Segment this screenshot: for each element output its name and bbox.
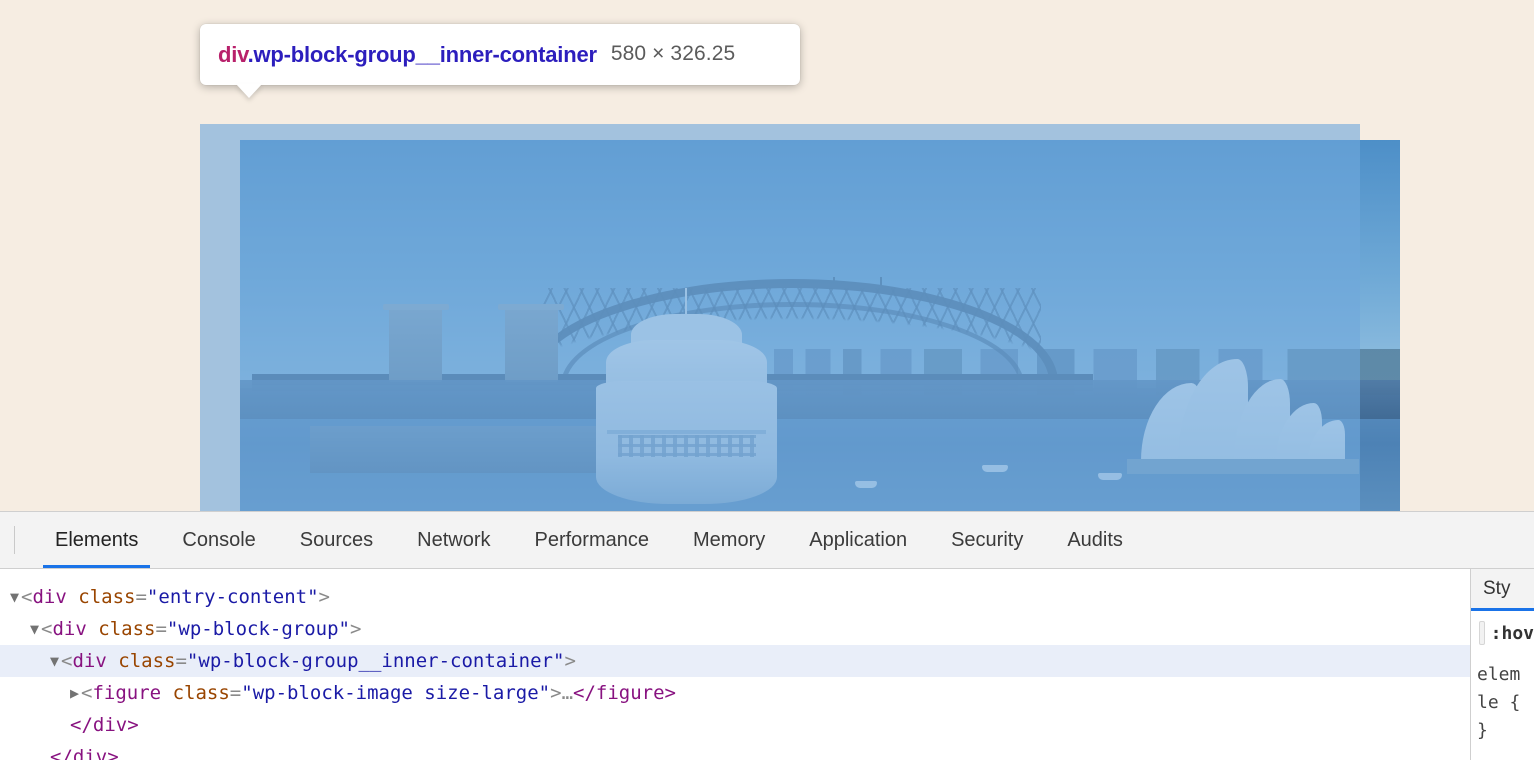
attribute-quote: " xyxy=(307,581,318,613)
attribute-name: class xyxy=(118,645,175,677)
styles-toolbar: :hov xyxy=(1471,611,1534,655)
expand-triangle-down-icon[interactable]: ▼ xyxy=(10,581,19,613)
attribute-quote: " xyxy=(187,645,198,677)
ferry xyxy=(1098,473,1122,480)
browser-window: div.wp-block-group__inner-container 580 … xyxy=(0,0,1534,760)
inspected-image-block[interactable] xyxy=(240,140,1400,511)
attribute-quote: " xyxy=(147,581,158,613)
expand-triangle-right-icon[interactable]: ▶ xyxy=(70,677,79,709)
attribute-equals: = xyxy=(155,613,166,645)
tooltip-arrow-icon xyxy=(236,84,262,98)
tag-open-bracket: < xyxy=(21,581,32,613)
tab-application[interactable]: Application xyxy=(787,512,929,568)
attribute-value: wp-block-group xyxy=(178,613,338,645)
attribute-value: entry-content xyxy=(158,581,307,613)
element-style-rule-line1[interactable]: elem xyxy=(1477,661,1534,689)
attribute-name: class xyxy=(78,581,135,613)
dom-tree-row[interactable]: ▶<figure class="wp-block-image size-larg… xyxy=(0,677,1470,709)
tab-styles[interactable]: Sty xyxy=(1483,578,1510,600)
tag-name: div xyxy=(52,613,86,645)
collapsed-children-ellipsis: … xyxy=(562,677,573,709)
ferry xyxy=(982,465,1008,472)
bridge-pylon xyxy=(505,307,558,382)
attribute-name: class xyxy=(173,677,230,709)
styles-rule-list: elem le { } xyxy=(1471,655,1534,745)
styles-tab-bar[interactable]: Sty xyxy=(1471,569,1534,611)
bridge-flag-icon xyxy=(833,277,835,288)
styles-pane: Sty :hov elem le { } xyxy=(1470,569,1534,760)
tag-open-bracket: < xyxy=(41,613,52,645)
tab-elements[interactable]: Elements xyxy=(33,512,160,568)
tag-close-bracket: > xyxy=(564,645,575,677)
attribute-name: class xyxy=(98,613,155,645)
dom-tree-row[interactable]: </div> xyxy=(0,709,1470,741)
bridge-flag-icon xyxy=(880,277,882,288)
dom-tree-pane[interactable]: ▼<div class="entry-content">▼<div class=… xyxy=(0,569,1470,760)
harbour-photo xyxy=(240,140,1400,511)
toolbar-divider xyxy=(14,526,15,554)
closing-tag: </div> xyxy=(50,741,119,760)
page-viewport: div.wp-block-group__inner-container 580 … xyxy=(0,0,1534,511)
dom-tree-row[interactable]: ▼<div class="entry-content"> xyxy=(0,581,1470,613)
tag-name: div xyxy=(72,645,106,677)
tag-space xyxy=(87,613,98,645)
tab-sources[interactable]: Sources xyxy=(278,512,395,568)
tag-close-bracket: > xyxy=(550,677,561,709)
styles-filter-input[interactable] xyxy=(1479,621,1485,645)
tab-audits[interactable]: Audits xyxy=(1045,512,1145,568)
tag-open-bracket: < xyxy=(81,677,92,709)
expand-triangle-down-icon[interactable]: ▼ xyxy=(30,613,39,645)
element-style-rule-close: } xyxy=(1477,717,1534,745)
cruise-ship xyxy=(588,318,785,504)
ship-windows xyxy=(618,435,756,457)
tab-security[interactable]: Security xyxy=(929,512,1045,568)
tab-console[interactable]: Console xyxy=(160,512,277,568)
devtools-toolbar: ElementsConsoleSourcesNetworkPerformance… xyxy=(0,512,1534,569)
tag-close-bracket: > xyxy=(350,613,361,645)
selector-class-name: .wp-block-group__inner-container xyxy=(248,42,597,67)
inspector-tooltip-dimensions: 580 × 326.25 xyxy=(611,40,735,66)
opera-house xyxy=(1127,372,1359,480)
dom-tree-row[interactable]: ▼<div class="wp-block-group"> xyxy=(0,613,1470,645)
tag-close-bracket: > xyxy=(319,581,330,613)
attribute-quote: " xyxy=(553,645,564,677)
ferry xyxy=(855,481,877,488)
attribute-value: wp-block-group__inner-container xyxy=(198,645,553,677)
tab-performance[interactable]: Performance xyxy=(513,512,672,568)
ship-hull xyxy=(596,381,777,504)
attribute-quote: " xyxy=(167,613,178,645)
tag-space xyxy=(161,677,172,709)
attribute-equals: = xyxy=(230,677,241,709)
opera-base xyxy=(1127,459,1359,474)
tab-network[interactable]: Network xyxy=(395,512,512,568)
bridge-pylon xyxy=(389,307,442,382)
expand-triangle-down-icon[interactable]: ▼ xyxy=(50,645,59,677)
devtools-tab-bar: ElementsConsoleSourcesNetworkPerformance… xyxy=(33,512,1145,568)
devtools-panel: ElementsConsoleSourcesNetworkPerformance… xyxy=(0,511,1534,760)
selector-tag-name: div xyxy=(218,42,248,67)
closing-tag: </figure> xyxy=(573,677,676,709)
closing-tag: </div> xyxy=(70,709,139,741)
attribute-quote: " xyxy=(539,677,550,709)
attribute-quote: " xyxy=(241,677,252,709)
tag-name: figure xyxy=(92,677,161,709)
attribute-quote: " xyxy=(339,613,350,645)
attribute-equals: = xyxy=(175,645,186,677)
tag-name: div xyxy=(32,581,66,613)
tab-memory[interactable]: Memory xyxy=(671,512,787,568)
force-element-state-button[interactable]: :hov xyxy=(1491,623,1534,644)
inspector-tooltip: div.wp-block-group__inner-container 580 … xyxy=(200,24,800,85)
dom-tree-row[interactable]: ▼<div class="wp-block-group__inner-conta… xyxy=(0,645,1470,677)
tag-open-bracket: < xyxy=(61,645,72,677)
attribute-equals: = xyxy=(135,581,146,613)
dom-tree-row[interactable]: </div> xyxy=(0,741,1470,760)
inspector-tooltip-selector: div.wp-block-group__inner-container xyxy=(218,40,597,69)
element-style-rule-line2[interactable]: le { xyxy=(1477,689,1534,717)
tag-space xyxy=(107,645,118,677)
ship-rail xyxy=(607,430,767,434)
tag-space xyxy=(67,581,78,613)
devtools-body: ▼<div class="entry-content">▼<div class=… xyxy=(0,569,1534,760)
attribute-value: wp-block-image size-large xyxy=(253,677,539,709)
